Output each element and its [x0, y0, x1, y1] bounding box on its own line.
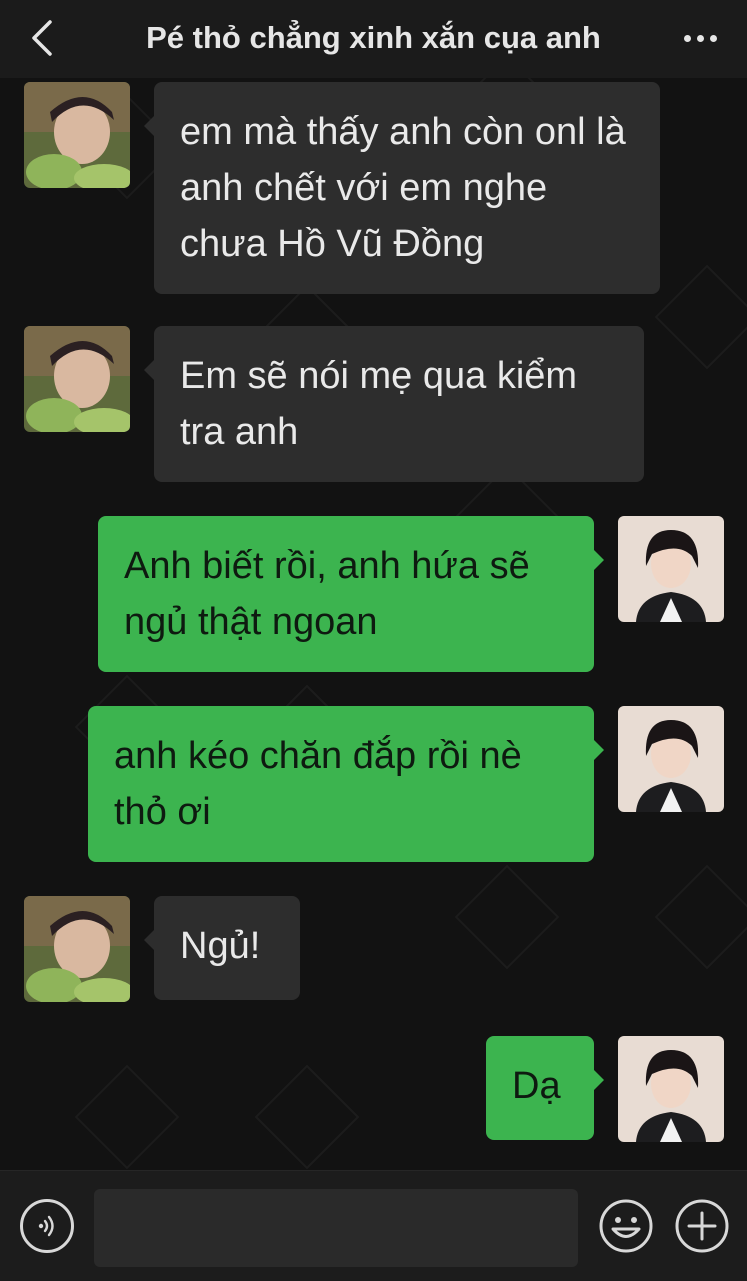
ellipsis-dot	[709, 34, 717, 42]
my-avatar[interactable]	[618, 706, 724, 812]
chat-screen: Pé thỏ chẳng xinh xắn cụa anh em mà thấy…	[0, 0, 747, 1281]
ellipsis-icon	[683, 34, 691, 42]
chat-title: Pé thỏ chẳng xinh xắn cụa anh	[146, 20, 601, 55]
outgoing-message-bubble[interactable]: Anh biết rồi, anh hứa sẽ ngủ thật ngoan	[98, 516, 604, 672]
emoji-icon	[599, 1199, 653, 1253]
chat-header: Pé thỏ chẳng xinh xắn cụa anh	[0, 0, 747, 78]
more-options-button[interactable]	[675, 14, 725, 62]
ellipsis-dot	[696, 34, 704, 42]
contact-avatar[interactable]	[24, 896, 130, 1002]
back-button[interactable]	[18, 14, 66, 62]
plus-icon	[675, 1199, 729, 1253]
my-avatar[interactable]	[618, 516, 724, 622]
contact-avatar[interactable]	[24, 326, 130, 432]
message-list[interactable]: em mà thấy anh còn onl là anh chết với e…	[0, 78, 747, 1170]
outgoing-message-bubble[interactable]: Dạ	[486, 1036, 604, 1140]
my-avatar[interactable]	[618, 1036, 724, 1142]
more-actions-button[interactable]	[674, 1198, 730, 1254]
incoming-message-bubble[interactable]: Em sẽ nói mẹ qua kiểm tra anh	[144, 326, 644, 482]
contact-avatar[interactable]	[24, 82, 130, 188]
chevron-left-icon	[32, 20, 52, 56]
voice-button[interactable]	[20, 1199, 74, 1253]
incoming-message-bubble[interactable]: em mà thấy anh còn onl là anh chết với e…	[144, 82, 660, 294]
emoji-button[interactable]	[598, 1198, 654, 1254]
outgoing-message-bubble[interactable]: anh kéo chăn đắp rồi nè thỏ ơi	[88, 706, 604, 862]
incoming-message-bubble[interactable]: Ngủ!	[144, 896, 300, 1000]
voice-icon	[38, 1215, 54, 1237]
input-bar	[0, 1170, 747, 1281]
message-input[interactable]	[94, 1189, 578, 1267]
